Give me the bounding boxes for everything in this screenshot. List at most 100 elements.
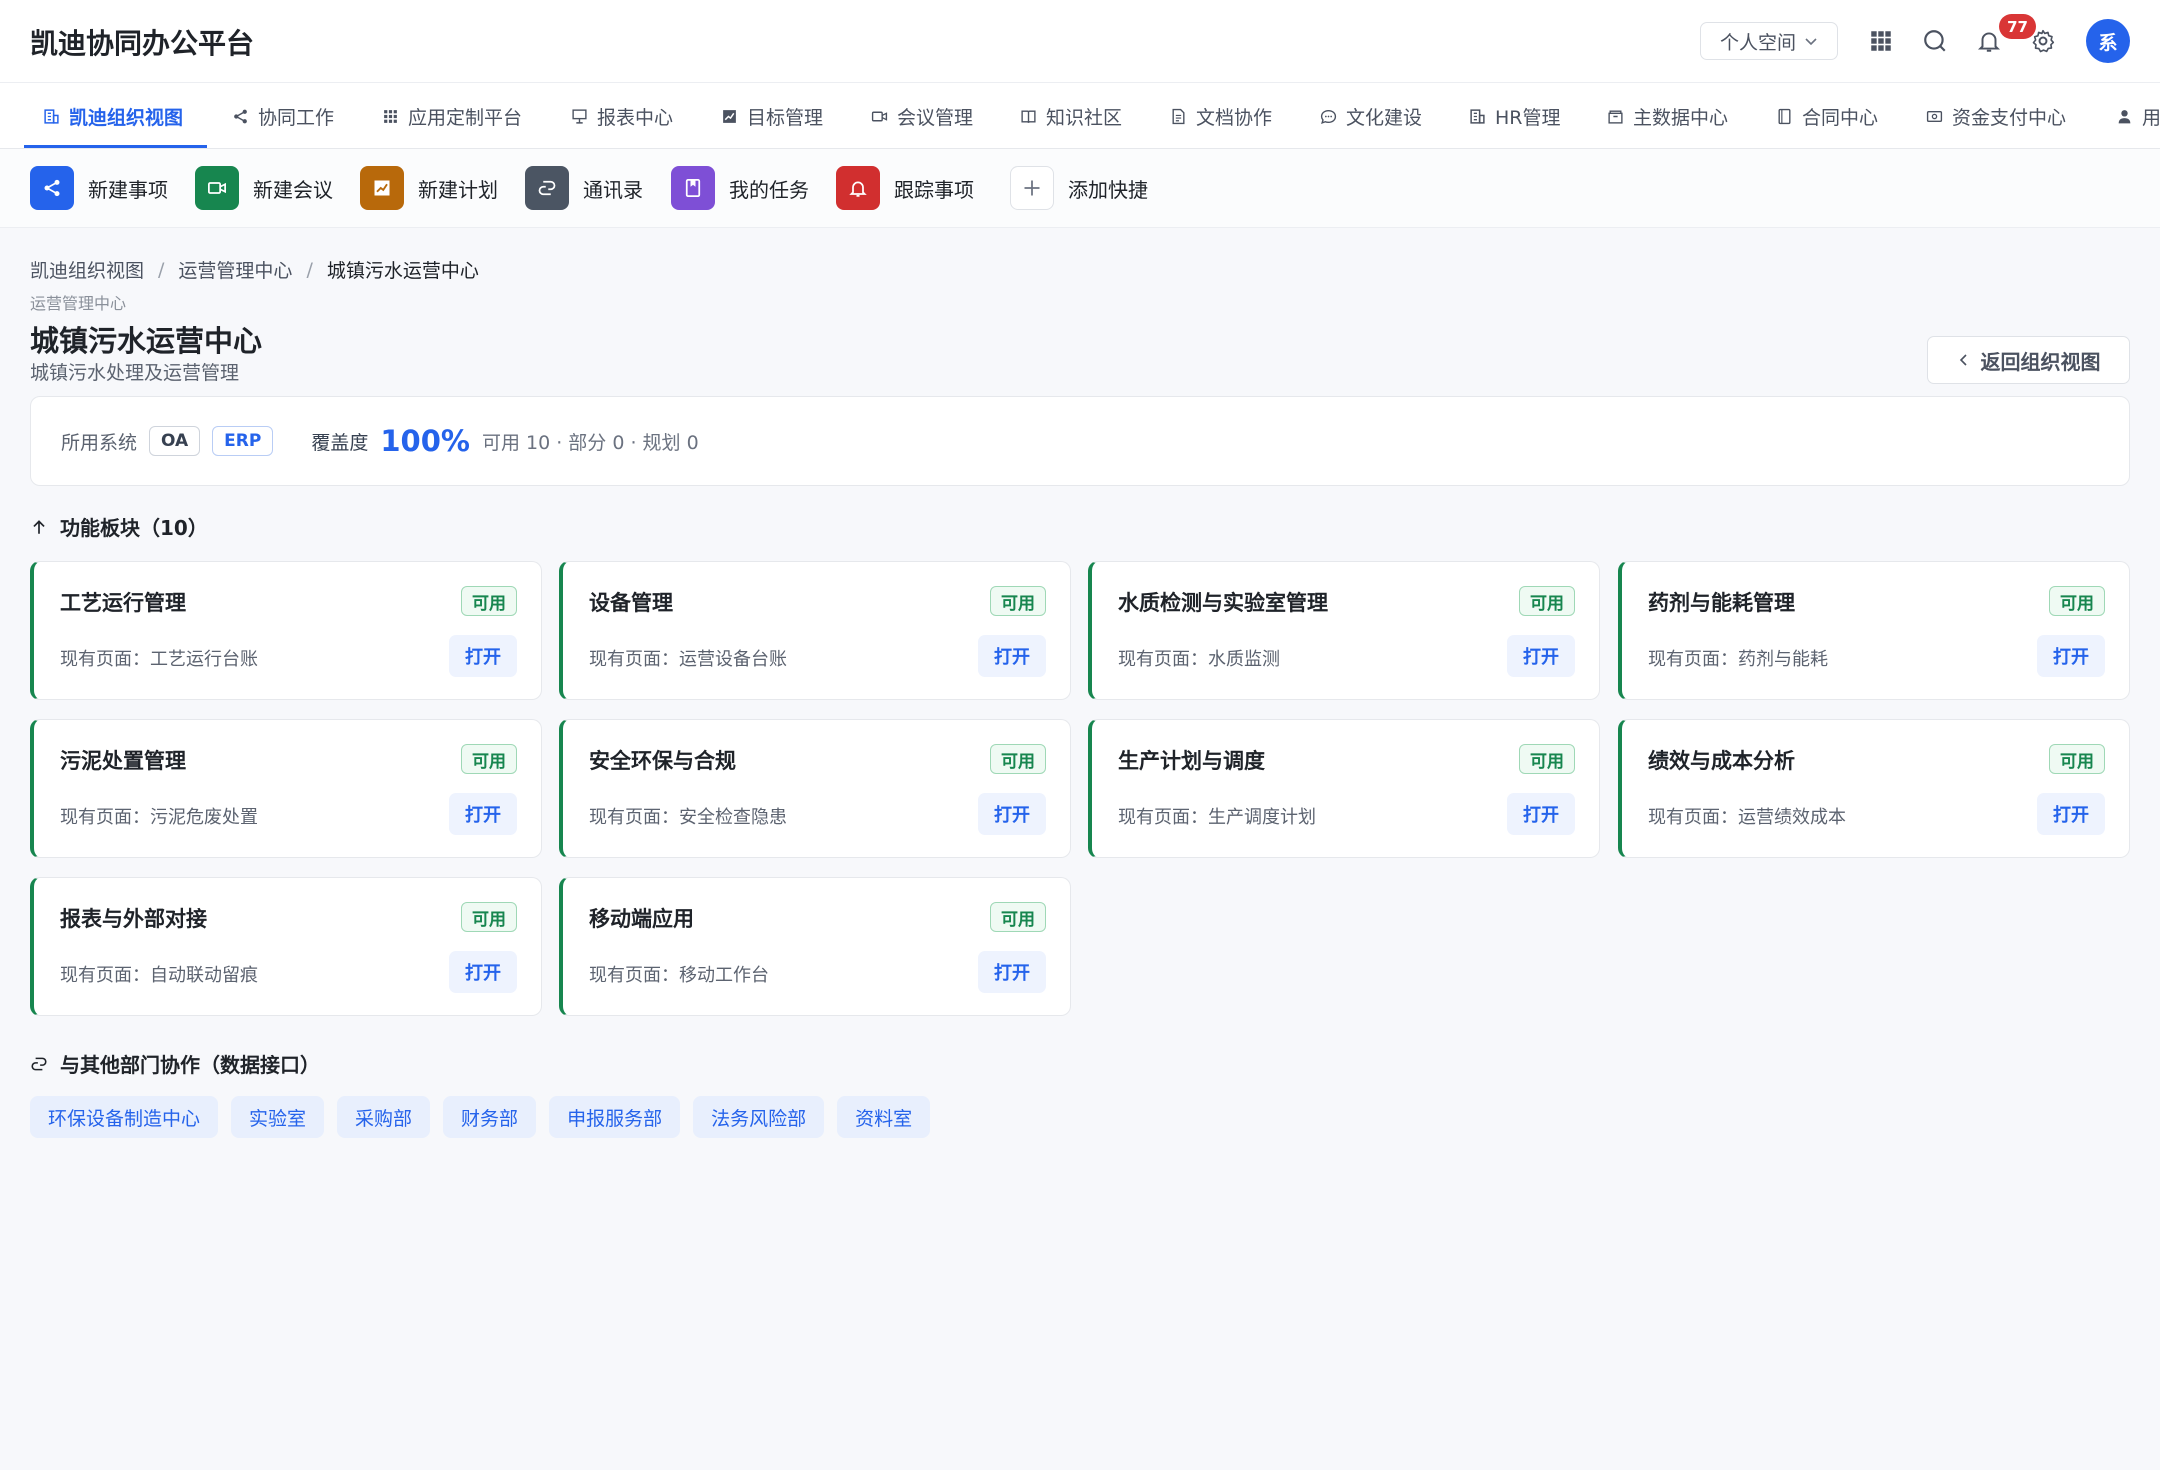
module-title: 污泥处置管理 — [60, 749, 186, 773]
tab-culture[interactable]: 文化建设 — [1320, 83, 1422, 148]
modules-section-title: 功能板块（10） — [60, 516, 208, 540]
module-existing-page: 现有页面：工艺运行台账 — [60, 649, 258, 670]
module-existing-page: 现有页面：水质监测 — [1118, 649, 1280, 670]
status-badge: 可用 — [990, 586, 1046, 616]
tab-payments[interactable]: 资金支付中心 — [1926, 83, 2066, 148]
systems-label: 所用系统 — [61, 431, 138, 454]
tab-label: 主数据中心 — [1633, 106, 1729, 129]
coverage-value: 100% — [380, 424, 470, 458]
video-icon — [871, 111, 888, 121]
gear-icon[interactable] — [2026, 24, 2060, 58]
tab-collaboration[interactable]: 协同工作 — [232, 83, 335, 148]
breadcrumb-link[interactable]: 运营管理中心 — [178, 256, 292, 283]
back-button-label: 返回组织视图 — [1980, 349, 2101, 374]
coverage-detail: 可用 10 · 部分 0 · 规划 0 — [481, 431, 699, 454]
module-card: 水质检测与实验室管理 可用 现有页面：水质监测 打开 — [1088, 561, 1600, 700]
department-chip[interactable]: 采购部 — [337, 1096, 431, 1138]
my-tasks-button[interactable]: 我的任务 — [671, 166, 809, 210]
tab-user[interactable]: 用 — [2116, 83, 2160, 148]
quick-action-label: 新建计划 — [418, 177, 498, 202]
top-header: 凯迪协同办公平台 个人空间 77 系 — [0, 0, 2160, 83]
module-title: 报表与外部对接 — [60, 907, 207, 931]
department-chip[interactable]: 资料室 — [837, 1096, 931, 1138]
space-select[interactable]: 个人空间 — [1700, 22, 1838, 60]
open-button[interactable]: 打开 — [978, 793, 1046, 835]
tab-label: 知识社区 — [1046, 106, 1123, 129]
module-card: 设备管理 可用 现有页面：运营设备台账 打开 — [559, 561, 1071, 700]
system-tag-oa: OA — [149, 426, 201, 456]
collab-section-header: 与其他部门协作（数据接口） — [30, 1049, 320, 1078]
new-meeting-button[interactable]: 新建会议 — [195, 166, 333, 210]
status-badge: 可用 — [1519, 744, 1575, 774]
tab-hr[interactable]: HR管理 — [1469, 83, 1561, 148]
open-button[interactable]: 打开 — [978, 635, 1046, 677]
open-button[interactable]: 打开 — [1507, 635, 1575, 677]
quick-action-label: 新建会议 — [253, 177, 333, 202]
tab-meetings[interactable]: 会议管理 — [871, 83, 973, 148]
department-chip[interactable]: 环保设备制造中心 — [30, 1096, 219, 1138]
add-shortcut-button[interactable]: 添加快捷 — [1010, 166, 1148, 210]
book-icon — [1021, 109, 1036, 123]
quick-actions-bar: 新建事项 新建会议 新建计划 通讯录 我的任务 跟踪事项 添加快捷 — [0, 149, 2160, 228]
module-card: 报表与外部对接 可用 现有页面：自动联动留痕 打开 — [30, 877, 542, 1016]
tab-org-view[interactable]: 凯迪组织视图 — [43, 83, 184, 148]
module-card: 绩效与成本分析 可用 现有页面：运营绩效成本 打开 — [1618, 719, 2130, 858]
module-existing-page: 现有页面：运营设备台账 — [589, 649, 787, 670]
open-button[interactable]: 打开 — [449, 951, 517, 993]
module-existing-page: 现有页面：污泥危废处置 — [60, 807, 258, 828]
breadcrumb-separator: / — [158, 258, 165, 281]
module-title: 移动端应用 — [589, 907, 694, 931]
open-button[interactable]: 打开 — [449, 793, 517, 835]
modules-section-header: 功能板块（10） — [30, 512, 208, 541]
department-chip[interactable]: 法务风险部 — [693, 1096, 825, 1138]
breadcrumb-current: 城镇污水运营中心 — [326, 260, 479, 282]
module-title: 药剂与能耗管理 — [1648, 591, 1795, 615]
tab-label: 凯迪组织视图 — [69, 106, 184, 129]
breadcrumb-link[interactable]: 凯迪组织视图 — [30, 256, 144, 283]
share-icon — [30, 166, 74, 210]
quick-action-label: 我的任务 — [729, 177, 809, 202]
department-chip[interactable]: 财务部 — [443, 1096, 537, 1138]
page-subtitle: 城镇污水处理及运营管理 — [30, 362, 240, 384]
chart-icon — [360, 166, 404, 210]
open-button[interactable]: 打开 — [449, 635, 517, 677]
apps-grid-icon[interactable] — [1864, 24, 1898, 58]
active-tab-indicator — [24, 145, 207, 148]
arrow-up-icon — [33, 519, 45, 534]
module-existing-page: 现有页面：移动工作台 — [589, 965, 769, 986]
module-existing-page: 现有页面：药剂与能耗 — [1648, 649, 1828, 670]
tab-master-data[interactable]: 主数据中心 — [1607, 83, 1729, 148]
tab-documents[interactable]: 文档协作 — [1170, 83, 1272, 148]
tab-contracts[interactable]: 合同中心 — [1776, 83, 1878, 148]
contacts-button[interactable]: 通讯录 — [525, 166, 643, 210]
presentation-icon — [572, 108, 587, 124]
tab-goals[interactable]: 目标管理 — [721, 83, 823, 148]
tab-app-builder[interactable]: 应用定制平台 — [382, 83, 523, 148]
avatar[interactable]: 系 — [2086, 19, 2130, 63]
open-button[interactable]: 打开 — [2037, 635, 2105, 677]
module-existing-page: 现有页面：自动联动留痕 — [60, 965, 258, 986]
open-button[interactable]: 打开 — [978, 951, 1046, 993]
track-items-button[interactable]: 跟踪事项 — [836, 166, 974, 210]
department-chip[interactable]: 申报服务部 — [549, 1096, 681, 1138]
module-card: 污泥处置管理 可用 现有页面：污泥危废处置 打开 — [30, 719, 542, 858]
open-button[interactable]: 打开 — [2037, 793, 2105, 835]
tab-label: 协同工作 — [258, 106, 335, 129]
quick-action-label: 通讯录 — [583, 177, 643, 202]
module-card: 工艺运行管理 可用 现有页面：工艺运行台账 打开 — [30, 561, 542, 700]
department-chip[interactable]: 实验室 — [231, 1096, 325, 1138]
tab-reports[interactable]: 报表中心 — [571, 83, 673, 148]
new-plan-button[interactable]: 新建计划 — [360, 166, 498, 210]
open-button[interactable]: 打开 — [1507, 793, 1575, 835]
module-card: 移动端应用 可用 现有页面：移动工作台 打开 — [559, 877, 1071, 1016]
app-title: 凯迪协同办公平台 — [30, 27, 255, 60]
new-item-button[interactable]: 新建事项 — [30, 166, 168, 210]
tab-knowledge[interactable]: 知识社区 — [1020, 83, 1123, 148]
link-icon — [31, 1057, 47, 1070]
search-icon[interactable] — [1918, 24, 1952, 58]
back-to-org-view-button[interactable]: 返回组织视图 — [1927, 336, 2130, 384]
quick-action-label: 添加快捷 — [1068, 177, 1148, 202]
tab-label: 应用定制平台 — [408, 106, 523, 129]
tab-label: 用 — [2142, 106, 2160, 129]
module-title: 生产计划与调度 — [1118, 749, 1265, 773]
